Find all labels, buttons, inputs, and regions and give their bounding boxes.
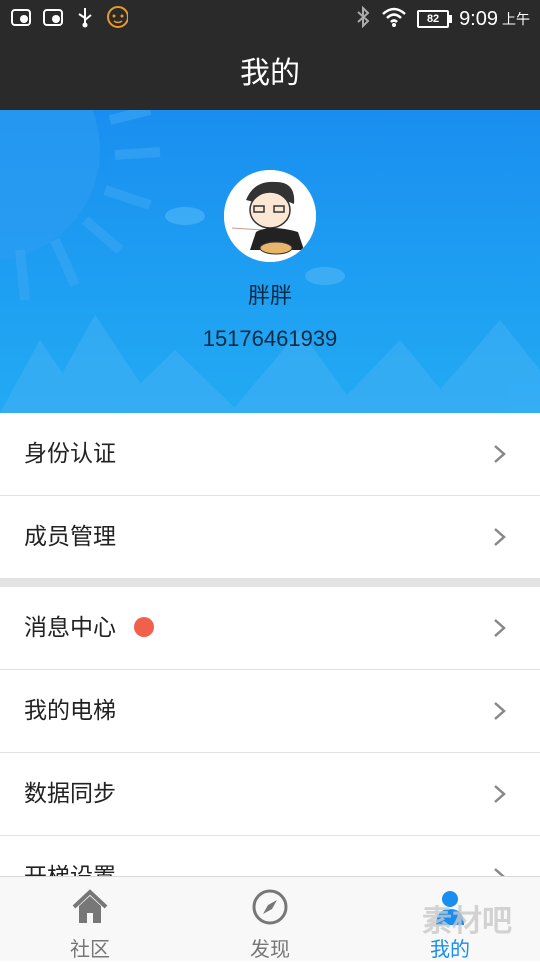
watermark-logo: 素材吧 [422,904,512,939]
chevron-right-icon [494,702,506,720]
user-name: 胖胖 [247,284,292,309]
menu-item-my-elevator[interactable]: 我的电梯 [0,670,540,753]
menu-item-label: 身份认证 [24,441,116,467]
menu-item-member-management[interactable]: 成员管理 [0,496,540,579]
user-phone: 15176461939 [202,326,338,351]
chevron-right-icon [494,528,506,546]
clock-ampm: 上午 [502,12,530,28]
tab-community[interactable]: 社区 [0,877,180,961]
smiley-icon [106,6,128,28]
chevron-right-icon [494,785,506,803]
tab-discover[interactable]: 发现 [180,877,360,961]
compass-icon [252,889,288,925]
menu-item-label: 我的电梯 [24,698,116,724]
page-title: 我的 [240,56,300,91]
avatar[interactable] [224,170,316,262]
bluetooth-icon [355,5,371,32]
battery-indicator: 82 [417,10,453,28]
usb-icon [74,6,96,28]
tab-label: 社区 [70,937,110,961]
settings-menu: 身份认证 成员管理 消息中心 我的电梯 数据同步 开梯设置 [0,413,540,919]
notification-app-icon [10,6,32,28]
notification-app-icon [42,6,64,28]
menu-item-label: 消息中心 [24,615,116,641]
status-bar: 82 9:09 上午 [0,0,540,38]
menu-item-message-center[interactable]: 消息中心 [0,587,540,670]
title-bar: 我的 [0,38,540,110]
menu-item-identity-verification[interactable]: 身份认证 [0,413,540,496]
wifi-icon [381,6,407,32]
menu-item-label: 数据同步 [24,781,116,807]
menu-item-data-sync[interactable]: 数据同步 [0,753,540,836]
profile-header: 胖胖 15176461939 [0,110,540,413]
chevron-right-icon [494,445,506,463]
menu-item-label: 成员管理 [24,524,116,550]
unread-badge [134,617,154,637]
clock-time: 9:09 [459,7,498,30]
home-icon [72,889,108,923]
tab-label: 发现 [250,937,290,961]
section-divider [0,579,540,587]
chevron-right-icon [494,619,506,637]
